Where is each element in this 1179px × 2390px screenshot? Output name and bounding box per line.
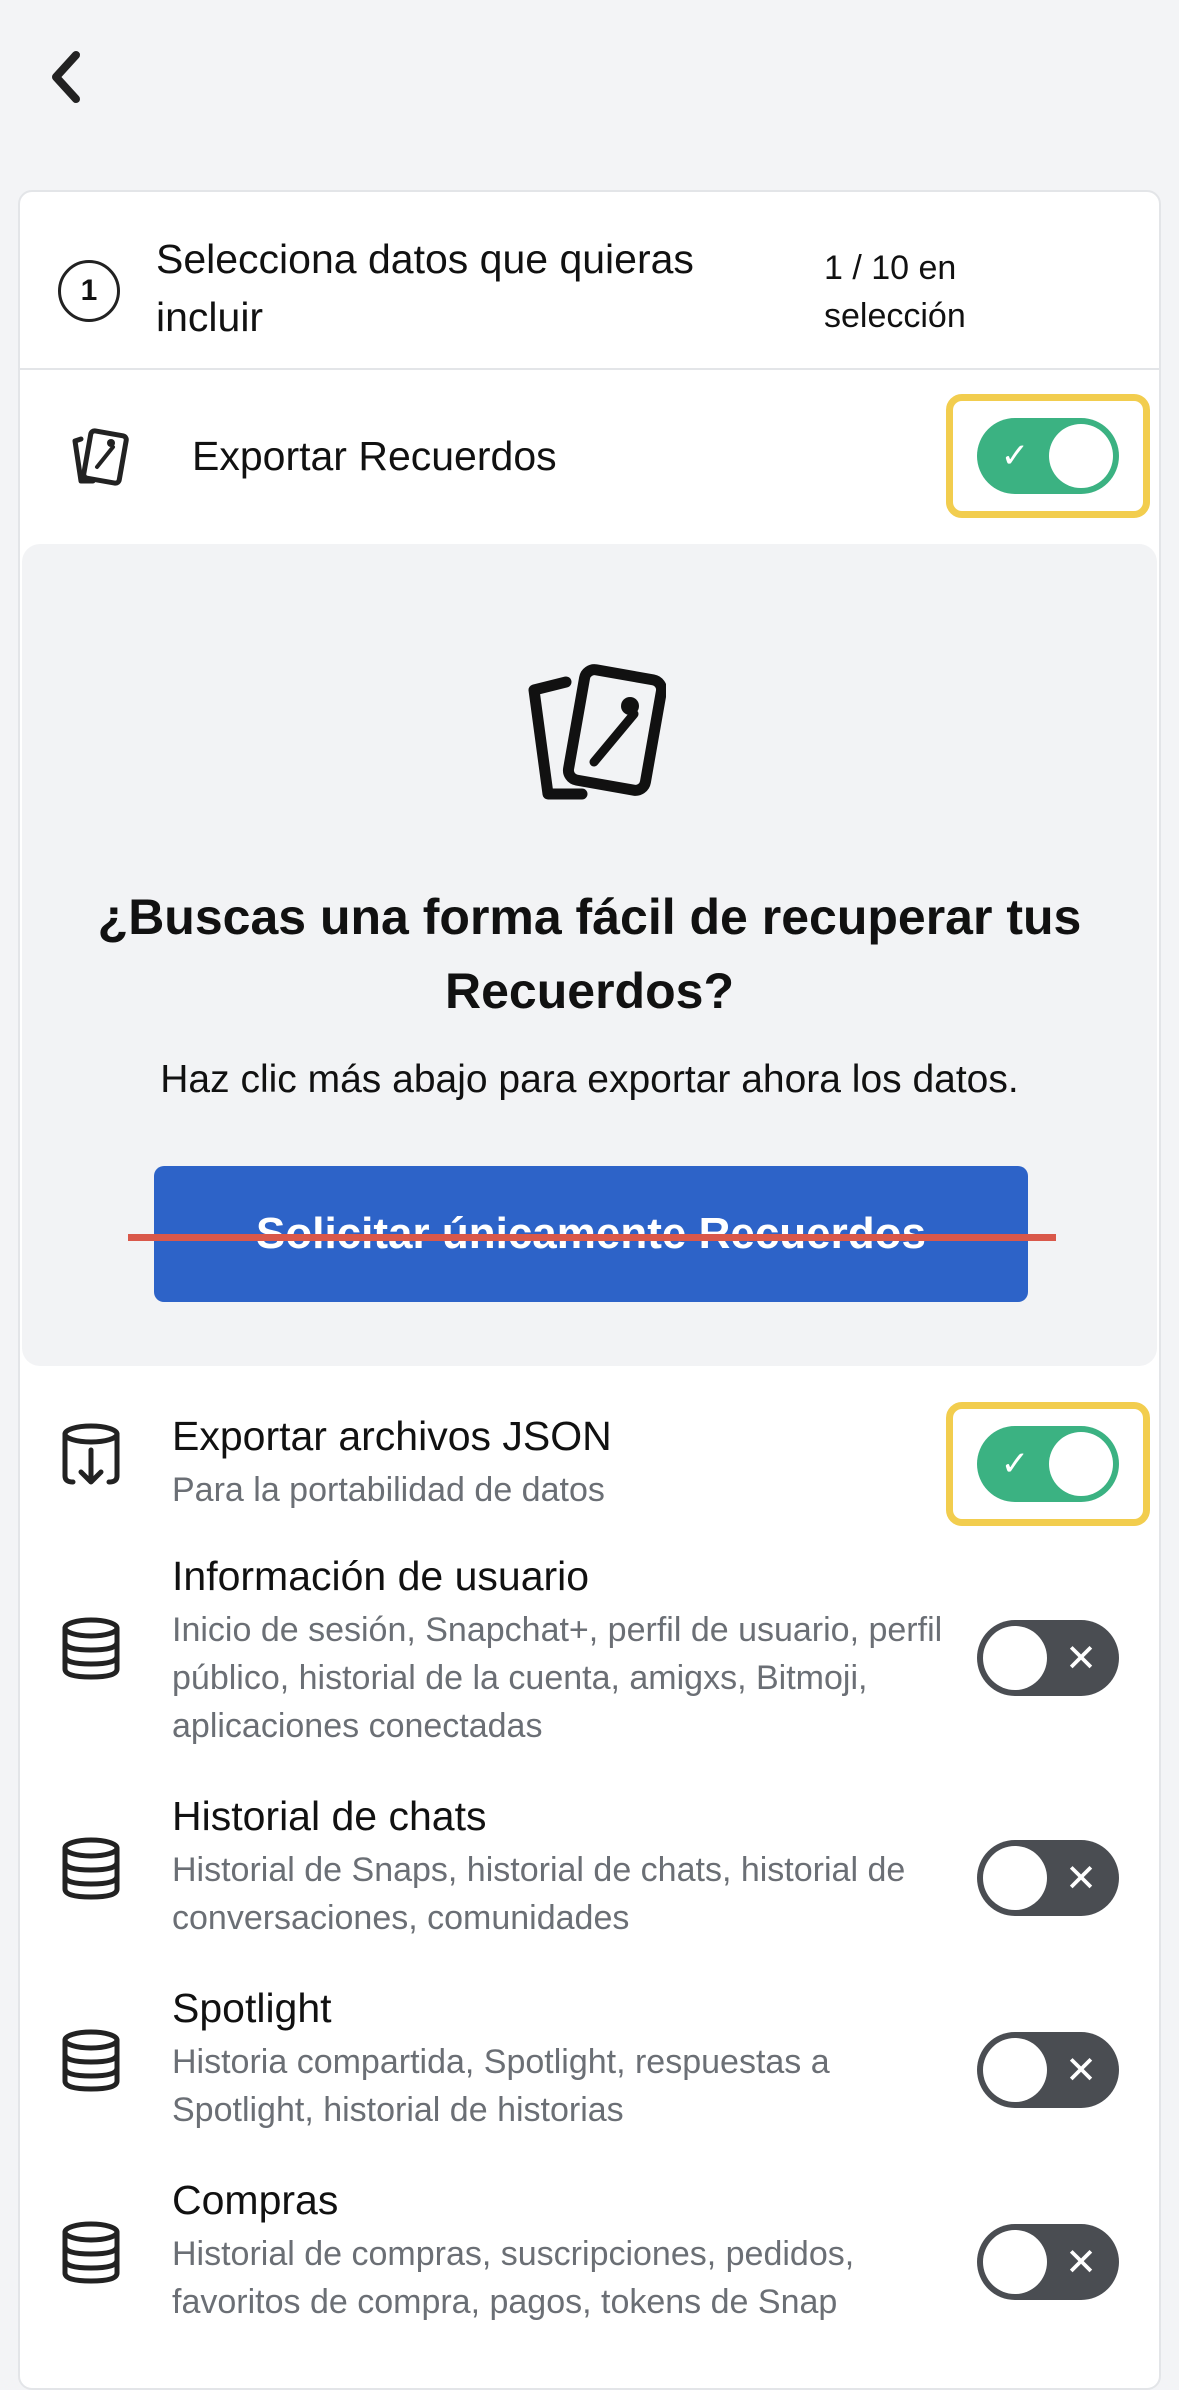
option-title: Historial de chats [172, 1793, 487, 1839]
step-number: 1 [58, 260, 120, 322]
option-subtitle: Historia compartida, Spotlight, respuest… [172, 2043, 830, 2129]
database-icon [56, 2026, 126, 2096]
selection-count: 1 / 10 en selección [824, 249, 966, 335]
step-title: Selecciona datos que quieras incluir [156, 236, 694, 340]
back-button[interactable] [36, 42, 96, 112]
close-icon: ✕ [1065, 2049, 1097, 2092]
check-icon: ✓ [1000, 1445, 1030, 1483]
toggle-knob [983, 2230, 1047, 2294]
option-subtitle: Para la portabilidad de datos [172, 1471, 605, 1509]
toggle-knob [1049, 1432, 1113, 1496]
json-toggle[interactable]: ✓ [977, 1426, 1119, 1502]
option-row-purchases: Compras Historial de compras, suscripcio… [20, 2172, 1159, 2352]
close-icon: ✕ [1065, 1637, 1097, 1680]
option-row-chat-history: Historial de chats Historial de Snaps, h… [20, 1788, 1159, 1968]
option-title: Compras [172, 2177, 339, 2223]
option-row-user-info: Información de usuario Inicio de sesión,… [20, 1548, 1159, 1768]
option-subtitle: Inicio de sesión, Snapchat+, perfil de u… [172, 1611, 943, 1745]
export-memories-toggle[interactable]: ✓ [977, 418, 1119, 494]
top-bar [0, 0, 1179, 158]
option-title: Exportar archivos JSON [172, 1413, 612, 1459]
close-icon: ✕ [1065, 1857, 1097, 1900]
database-icon [56, 1614, 126, 1684]
close-icon: ✕ [1065, 2241, 1097, 2284]
toggle-knob [983, 1626, 1047, 1690]
chevron-left-icon [52, 51, 80, 103]
purchases-toggle[interactable]: ✕ [977, 2224, 1119, 2300]
memories-icon [526, 662, 668, 812]
export-memories-label: Exportar Recuerdos [192, 433, 557, 479]
step-header: 1 Selecciona datos que quieras incluir 1… [20, 192, 1159, 370]
data-selection-card: 1 Selecciona datos que quieras incluir 1… [18, 190, 1161, 2390]
memories-promo-panel: ¿Buscas una forma fácil de recuperar tus… [22, 544, 1157, 1366]
spotlight-toggle[interactable]: ✕ [977, 2032, 1119, 2108]
chat-history-toggle[interactable]: ✕ [977, 1840, 1119, 1916]
option-subtitle: Historial de Snaps, historial de chats, … [172, 1851, 906, 1937]
toggle-knob [983, 2038, 1047, 2102]
option-subtitle: Historial de compras, suscripciones, ped… [172, 2235, 855, 2321]
check-icon: ✓ [1000, 437, 1030, 475]
toggle-knob [983, 1846, 1047, 1910]
export-memories-row: Exportar Recuerdos ✓ [20, 370, 1159, 544]
user-info-toggle[interactable]: ✕ [977, 1620, 1119, 1696]
database-icon [56, 1834, 126, 1904]
database-download-icon [56, 1420, 126, 1490]
toggle-knob [1049, 424, 1113, 488]
memories-icon [64, 422, 134, 492]
option-title: Información de usuario [172, 1553, 590, 1599]
database-icon [56, 2218, 126, 2288]
strikethrough-annotation [128, 1234, 1056, 1241]
option-row-json: Exportar archivos JSON Para la portabili… [20, 1398, 1159, 1538]
option-row-spotlight: Spotlight Historia compartida, Spotlight… [20, 1980, 1159, 2160]
promo-subtitle: Haz clic más abajo para exportar ahora l… [160, 1058, 1019, 1101]
option-title: Spotlight [172, 1985, 332, 2031]
promo-title: ¿Buscas una forma fácil de recuperar tus… [97, 889, 1082, 1019]
